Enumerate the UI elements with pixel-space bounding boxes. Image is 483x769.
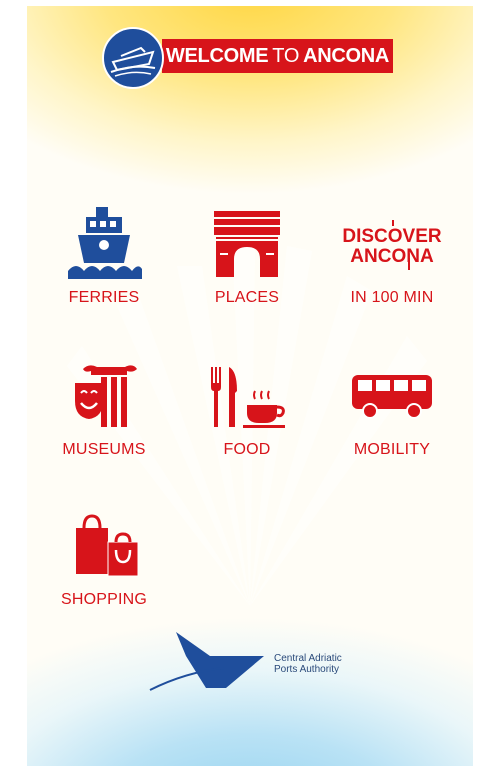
tile-shopping[interactable]: SHOPPING [34,506,174,626]
ferry-icon [34,204,174,284]
ports-authority-icon [149,632,264,691]
ship-emblem-icon [102,27,164,89]
tile-label: IN 100 MIN [350,289,434,306]
welcome-banner: WELCOME TO ANCONA [162,39,393,73]
bus-icon [322,356,462,436]
museum-mask-icon [34,356,174,436]
tile-label: PLACES [214,289,280,306]
tile-mobility[interactable]: MOBILITY [322,356,462,476]
welcome-word: WELCOME [165,44,269,67]
tile-museums[interactable]: MUSEUMS [34,356,174,476]
svg-text:ANCONA: ANCONA [350,246,434,267]
discover-ancona-logo: DISCOVER ANCONA [322,204,462,284]
tile-label: SHOPPING [60,591,148,608]
tile-places[interactable]: PLACES [177,204,317,324]
tile-label: FOOD [223,441,271,458]
footer-line-2: Ports Authority [274,664,340,675]
tile-label: MUSEUMS [62,441,146,458]
ports-authority-name: Central Adriatic Ports Authority [274,653,342,675]
shopping-bags-icon [34,506,174,586]
tile-in-100-min[interactable]: DISCOVER ANCONA IN 100 MIN [322,204,462,324]
ports-authority-logo: Central Adriatic Ports Authority [146,626,366,696]
tile-ferries[interactable]: FERRIES [34,204,174,324]
city-word: ANCONA [303,44,390,67]
arch-icon [177,204,317,284]
svg-text:DISCOVER: DISCOVER [342,226,442,247]
app-screen: WELCOME TO ANCONA FERRIES PLACES DISCOVE… [27,6,473,766]
cutlery-coffee-icon [177,356,317,436]
tile-food[interactable]: FOOD [177,356,317,476]
footer-line-1: Central Adriatic [274,653,342,664]
welcome-header: WELCOME TO ANCONA [101,26,401,89]
tile-label: FERRIES [68,289,140,306]
tile-label: MOBILITY [353,441,431,458]
to-word: TO [272,44,300,67]
